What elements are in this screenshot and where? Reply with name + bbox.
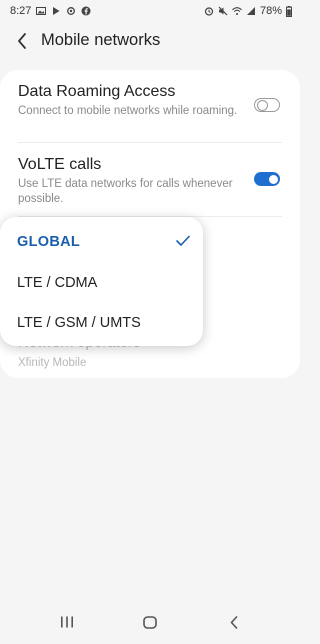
volte-row[interactable]: VoLTE calls Use LTE data networks for ca… xyxy=(18,155,282,206)
app-bar: Mobile networks xyxy=(0,24,300,58)
network-operators-subtitle-row: Xfinity Mobile xyxy=(18,354,282,371)
menu-option-lte-gsm-umts[interactable]: LTE / GSM / UMTS xyxy=(17,315,192,331)
back-nav-icon[interactable] xyxy=(229,616,239,629)
divider xyxy=(18,142,282,143)
toggle-knob xyxy=(269,174,278,184)
menu-option-global[interactable]: GLOBAL xyxy=(17,234,192,250)
recent-apps-icon[interactable] xyxy=(60,616,74,628)
status-left: 8:27 xyxy=(10,5,91,17)
navigation-bar xyxy=(0,600,300,644)
toggle-knob xyxy=(257,99,268,111)
data-roaming-title: Data Roaming Access xyxy=(18,83,176,100)
volte-subtitle: Use LTE data networks for calls whenever… xyxy=(18,178,233,205)
option-label: GLOBAL xyxy=(17,234,81,250)
data-roaming-toggle[interactable] xyxy=(254,98,280,112)
volte-title: VoLTE calls xyxy=(18,156,102,173)
gallery-icon xyxy=(36,7,47,15)
signal-icon xyxy=(246,7,255,15)
option-label: LTE / CDMA xyxy=(17,275,98,291)
sync-icon xyxy=(67,7,76,15)
data-roaming-subtitle: Connect to mobile networks while roaming… xyxy=(18,105,238,117)
network-mode-menu: GLOBAL LTE / CDMA LTE / GSM / UMTS xyxy=(0,217,203,346)
alarm-icon xyxy=(204,7,214,16)
page-title: Mobile networks xyxy=(41,31,161,49)
mute-icon xyxy=(218,6,228,16)
battery-percent: 78% xyxy=(259,5,282,17)
volte-toggle[interactable] xyxy=(254,172,280,186)
home-icon[interactable] xyxy=(143,616,157,629)
facebook-icon xyxy=(81,6,91,16)
network-operators-subtitle: Xfinity Mobile xyxy=(18,357,87,369)
play-store-icon xyxy=(53,7,60,15)
data-roaming-row[interactable]: Data Roaming Access Connect to mobile ne… xyxy=(18,82,282,119)
status-bar: 8:27 78% xyxy=(0,0,300,24)
battery-icon xyxy=(286,5,292,17)
back-arrow-icon[interactable] xyxy=(14,30,32,52)
wifi-icon xyxy=(232,7,242,15)
status-right: 78% xyxy=(204,5,292,17)
check-icon xyxy=(176,235,190,246)
status-time: 8:27 xyxy=(10,5,32,17)
option-label: LTE / GSM / UMTS xyxy=(17,315,141,331)
menu-option-lte-cdma[interactable]: LTE / CDMA xyxy=(17,275,192,291)
